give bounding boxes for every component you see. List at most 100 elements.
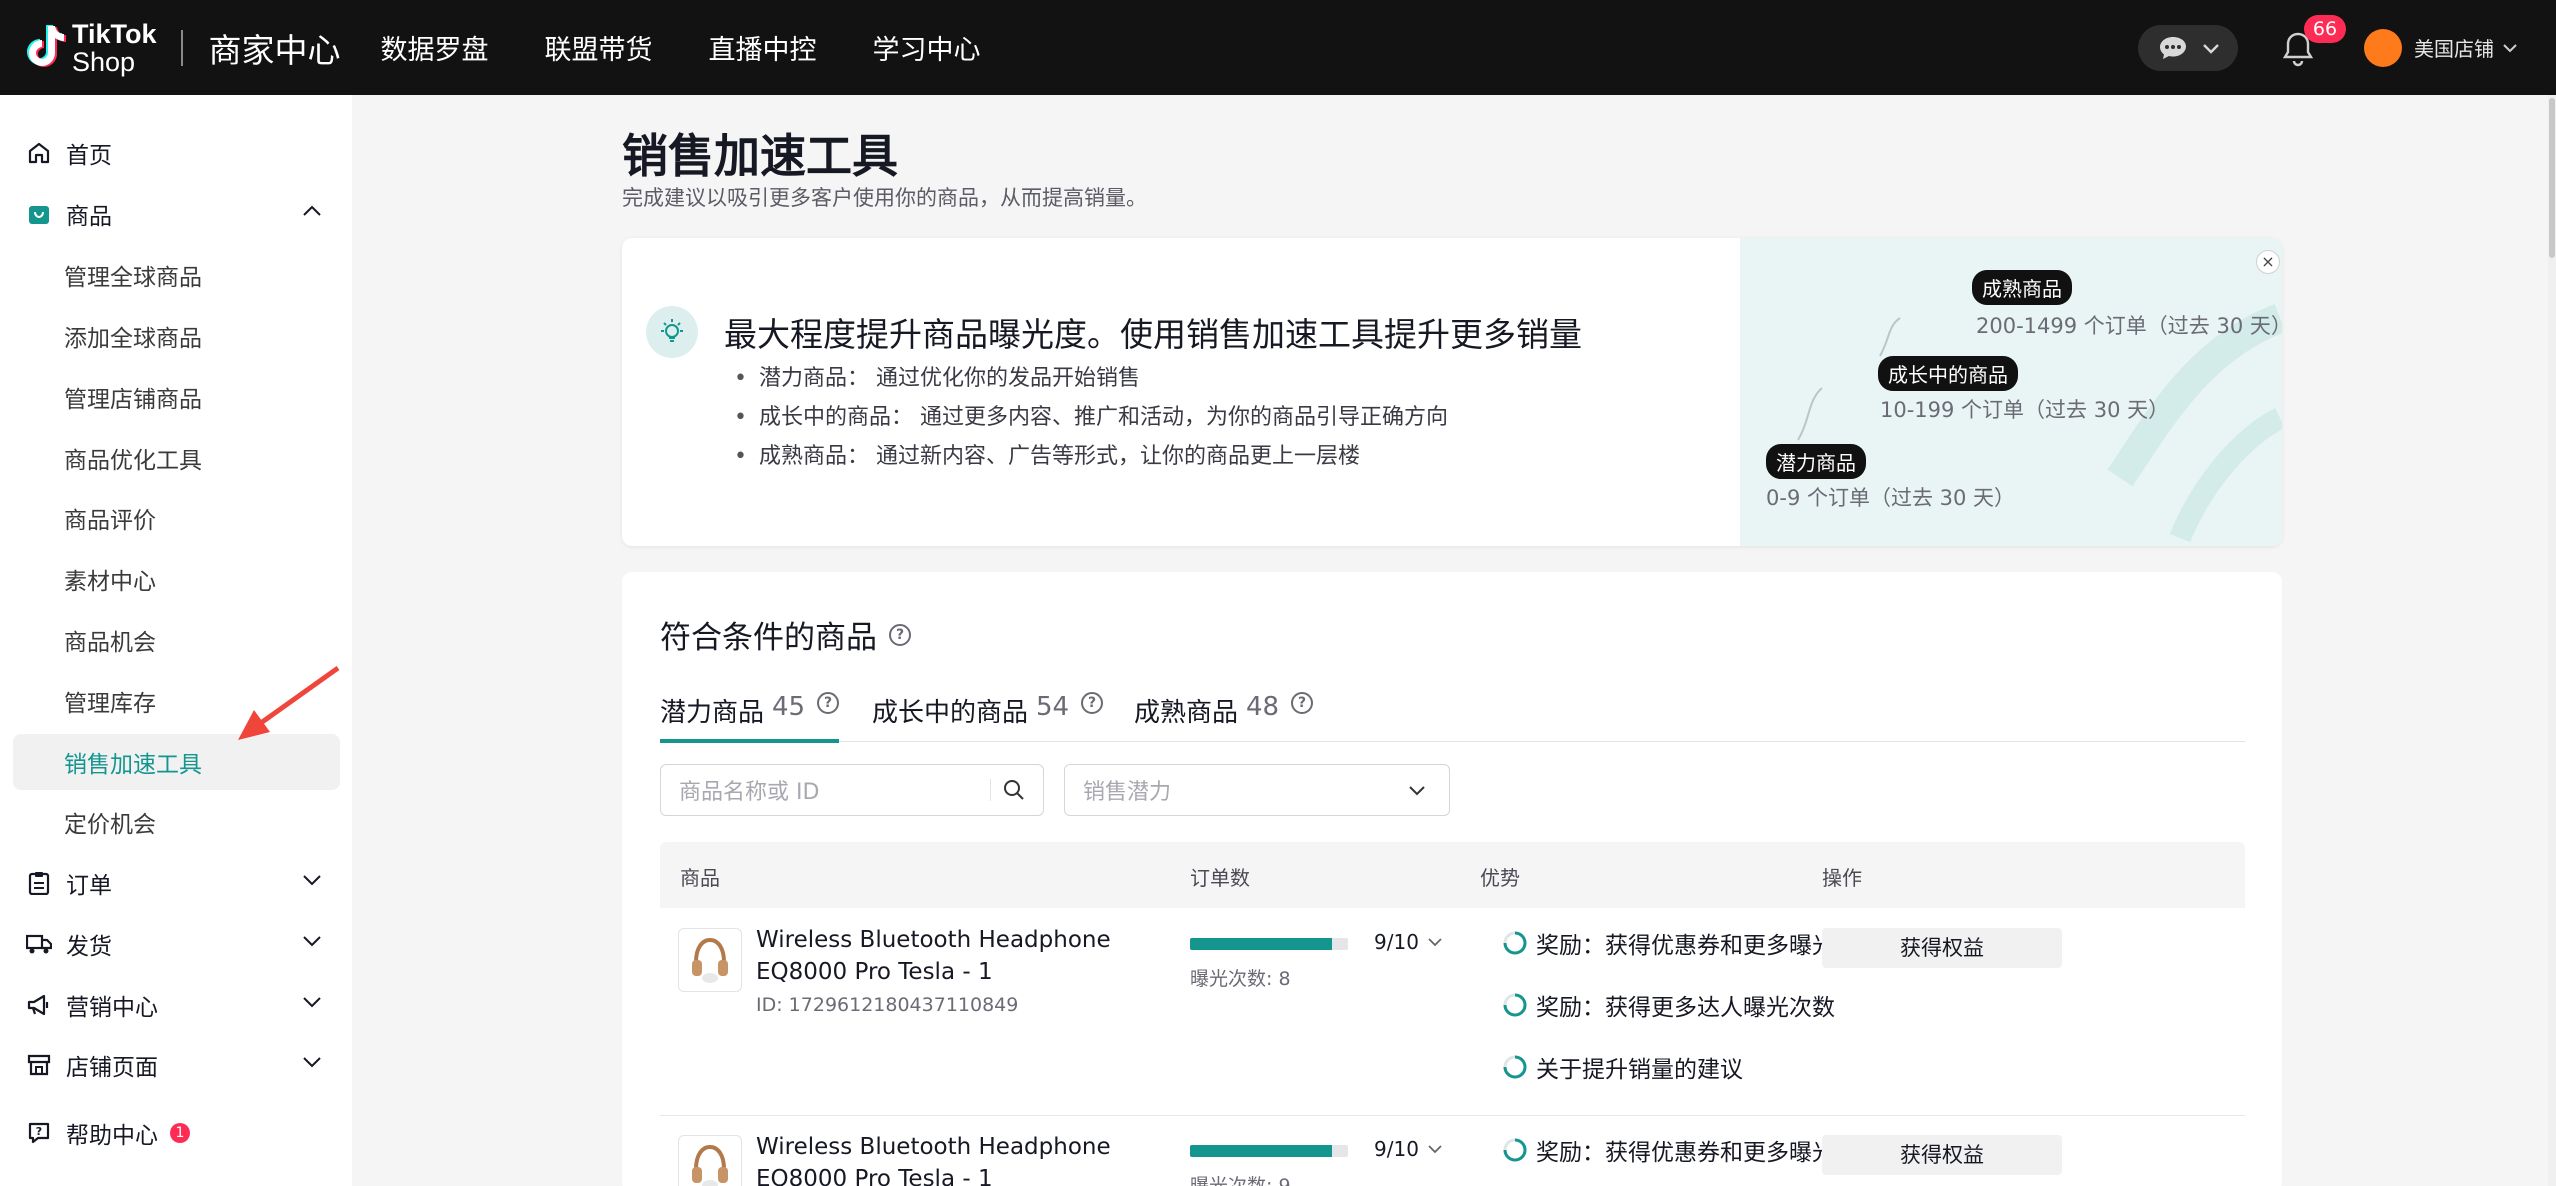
sidebar-item-pricing-opportunities[interactable]: 定价机会	[0, 794, 352, 850]
sidebar-item-home[interactable]: 首页	[0, 125, 352, 181]
tab-count: 54	[1036, 692, 1070, 722]
help-badge: 1	[170, 1123, 190, 1143]
page-title: 销售加速工具	[622, 129, 898, 183]
order-score[interactable]: 9/10	[1374, 930, 1443, 954]
get-benefits-button[interactable]: 获得权益	[1822, 928, 2062, 968]
tab-growing[interactable]: 成长中的商品 54 ?	[872, 692, 1104, 742]
page-scrollbar-track[interactable]	[2548, 95, 2556, 1186]
chat-bubble-icon	[2160, 36, 2186, 59]
sidebar-item-products[interactable]: 商品	[0, 186, 352, 242]
advantage-creator[interactable]: 奖励：获得更多达人曝光次数	[1502, 988, 1835, 1022]
nav-data-compass[interactable]: 数据罗盘	[381, 28, 489, 67]
sidebar-item-label: 帮助中心	[66, 1123, 158, 1149]
order-score-fill	[1190, 938, 1333, 950]
store-icon	[26, 1052, 52, 1078]
table-header: 商品 订单数 优势 操作	[660, 842, 2245, 908]
search-input[interactable]: 商品名称或 ID	[660, 764, 1044, 816]
product-thumbnail[interactable]	[678, 1135, 742, 1186]
sidebar-item-media-center[interactable]: 素材中心	[0, 551, 352, 607]
nav-affiliate[interactable]: 联盟带货	[545, 28, 653, 67]
section-title: 符合条件的商品 ?	[660, 612, 911, 657]
sidebar-item-label: 订单	[66, 873, 112, 899]
advantage-suggestion[interactable]: 关于提升销量的建议	[1502, 1050, 1743, 1084]
help-question-icon[interactable]: ?	[817, 692, 840, 714]
select-placeholder: 销售潜力	[1083, 780, 1172, 805]
order-score[interactable]: 9/10	[1374, 1137, 1443, 1161]
chevron-down-icon	[2503, 43, 2517, 52]
sidebar: 首页 商品 管理全球商品 添加全球商品 管理店铺商品 商品优化工具 商品评价 素…	[0, 95, 352, 1186]
search-icon[interactable]	[1003, 779, 1025, 801]
stage-desc-mature: 200-1499 个订单（过去 30 天）	[1976, 314, 2282, 338]
chevron-down-icon	[1428, 938, 1442, 947]
svg-text:?: ?	[36, 1125, 42, 1138]
banner-close-button[interactable]: ×	[2256, 250, 2280, 274]
sidebar-item-product-optimizer[interactable]: 商品优化工具	[0, 430, 352, 486]
order-score-bar	[1190, 938, 1348, 950]
sidebar-item-add-global-products[interactable]: 添加全球商品	[0, 308, 352, 364]
table-row: Wireless Bluetooth Headphone EQ8000 Pro …	[660, 1117, 2245, 1186]
annotation-arrow-icon	[238, 665, 340, 740]
help-question-icon[interactable]: ?	[1291, 692, 1314, 714]
store-name: 美国店铺	[2414, 37, 2494, 61]
order-score-value: 9/10	[1374, 1137, 1419, 1161]
sidebar-item-shipping[interactable]: 发货	[0, 916, 352, 972]
sidebar-item-help-center[interactable]: ? 帮助中心 1	[0, 1105, 352, 1161]
search-divider	[990, 779, 991, 801]
chevron-down-icon	[303, 997, 321, 1008]
product-id: ID: 1729612180437110849	[756, 994, 1019, 1016]
sidebar-item-marketing[interactable]: 营销中心	[0, 977, 352, 1033]
clipboard-icon	[26, 870, 52, 896]
sidebar-item-store-pages[interactable]: 店铺页面	[0, 1037, 352, 1093]
get-benefits-button[interactable]: 获得权益	[1822, 1135, 2062, 1175]
progress-ring-icon	[1503, 993, 1527, 1017]
sidebar-item-label: 店铺页面	[66, 1055, 158, 1081]
product-name[interactable]: Wireless Bluetooth Headphone EQ8000 Pro …	[756, 924, 1116, 988]
chat-button[interactable]	[2138, 24, 2238, 71]
chevron-down-icon	[303, 875, 321, 886]
sales-potential-select[interactable]: 销售潜力	[1064, 764, 1450, 816]
tiktok-shop-logo[interactable]: TikTok Shop	[24, 20, 157, 76]
sidebar-item-orders[interactable]: 订单	[0, 855, 352, 911]
sidebar-item-label: 首页	[66, 143, 112, 169]
table-row: Wireless Bluetooth Headphone EQ8000 Pro …	[660, 908, 2245, 1116]
seller-center-title[interactable]: 商家中心	[209, 24, 341, 72]
stage-tag-growing: 成长中的商品	[1878, 356, 2018, 391]
tab-count: 48	[1246, 692, 1280, 722]
stage-tag-mature: 成熟商品	[1972, 270, 2072, 305]
shopping-bag-icon	[26, 201, 52, 227]
tab-mature[interactable]: 成熟商品 48 ?	[1134, 692, 1314, 742]
notification-button[interactable]: 66	[2280, 14, 2346, 71]
store-switcher[interactable]: 美国店铺	[2364, 28, 2518, 67]
nav-live-control[interactable]: 直播中控	[709, 28, 817, 67]
eligible-products-card: 符合条件的商品 ? 潜力商品 45 ? 成长中的商品 54 ? 成熟商品 48 …	[622, 572, 2282, 1186]
stage-desc-growing: 10-199 个订单（过去 30 天）	[1880, 398, 2170, 422]
help-question-icon[interactable]: ?	[1081, 692, 1104, 714]
product-thumbnail[interactable]	[678, 928, 742, 992]
tiktok-logo-icon	[27, 24, 66, 67]
logo-divider	[180, 29, 183, 66]
sidebar-item-product-reviews[interactable]: 商品评价	[0, 490, 352, 546]
headphone-image-icon	[692, 1144, 728, 1186]
tab-label: 成长中的商品	[872, 698, 1029, 728]
chevron-down-icon	[1409, 786, 1425, 796]
tab-potential[interactable]: 潜力商品 45 ?	[660, 692, 840, 743]
progress-ring-icon	[1503, 1138, 1527, 1162]
order-score-value: 9/10	[1374, 930, 1419, 954]
tab-count: 45	[772, 692, 806, 722]
help-question-icon[interactable]: ?	[889, 623, 911, 646]
stage-diagram: 成熟商品 200-1499 个订单（过去 30 天） 成长中的商品 10-199…	[1740, 238, 2282, 546]
sidebar-item-manage-store-products[interactable]: 管理店铺商品	[0, 369, 352, 425]
page-scrollbar-thumb[interactable]	[2549, 98, 2555, 258]
advantage-text: 奖励：获得更多达人曝光次数	[1536, 995, 1835, 1021]
info-banner: 最大程度提升商品曝光度。使用销售加速工具提升更多销量 潜力商品： 通过优化你的发…	[622, 238, 2282, 546]
column-header-product: 商品	[680, 866, 720, 890]
notification-badge: 66	[2304, 14, 2346, 43]
sidebar-item-label: 发货	[66, 934, 112, 960]
section-title-text: 符合条件的商品	[660, 620, 877, 656]
home-icon	[26, 140, 52, 166]
product-name[interactable]: Wireless Bluetooth Headphone EQ8000 Pro …	[756, 1131, 1116, 1186]
column-header-advantages: 优势	[1480, 866, 1520, 890]
nav-learning-center[interactable]: 学习中心	[873, 28, 981, 67]
sidebar-item-manage-global-products[interactable]: 管理全球商品	[0, 247, 352, 303]
tab-label: 潜力商品	[660, 698, 765, 728]
